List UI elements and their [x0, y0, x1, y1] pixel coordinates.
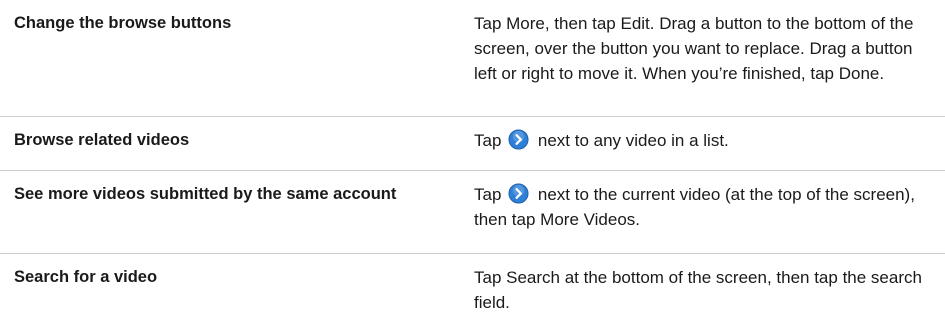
table-row: See more videos submitted by the same ac…: [0, 171, 945, 254]
table-row: Search for a video Tap Search at the bot…: [0, 254, 945, 316]
description-text: Tap: [474, 131, 502, 150]
description-text: Tap Search at the bottom of the screen, …: [474, 268, 922, 312]
task-description: Tap next to the current video (at the to…: [474, 182, 945, 253]
description-text: next to any video in a list.: [537, 131, 729, 150]
task-label: See more videos submitted by the same ac…: [14, 185, 397, 203]
instructions-table: Change the browse buttons Tap More, then…: [0, 0, 945, 316]
task-label: Change the browse buttons: [14, 14, 232, 32]
table-row: Browse related videos Tap next to any vi…: [0, 117, 945, 171]
task-description: Tap More, then tap Edit. Drag a button t…: [474, 11, 945, 116]
disclosure-arrow-icon: [508, 183, 529, 204]
task-label: Browse related videos: [14, 131, 190, 149]
description-text: Tap More, then tap Edit. Drag a button t…: [474, 14, 914, 83]
table-row: Change the browse buttons Tap More, then…: [0, 0, 945, 117]
disclosure-arrow-icon: [508, 129, 529, 150]
task-description: Tap Search at the bottom of the screen, …: [474, 265, 945, 316]
description-text: next to the current video (at the top of…: [474, 185, 915, 229]
task-description: Tap next to any video in a list.: [474, 128, 945, 170]
task-label: Search for a video: [14, 268, 158, 286]
description-text: Tap: [474, 185, 502, 204]
